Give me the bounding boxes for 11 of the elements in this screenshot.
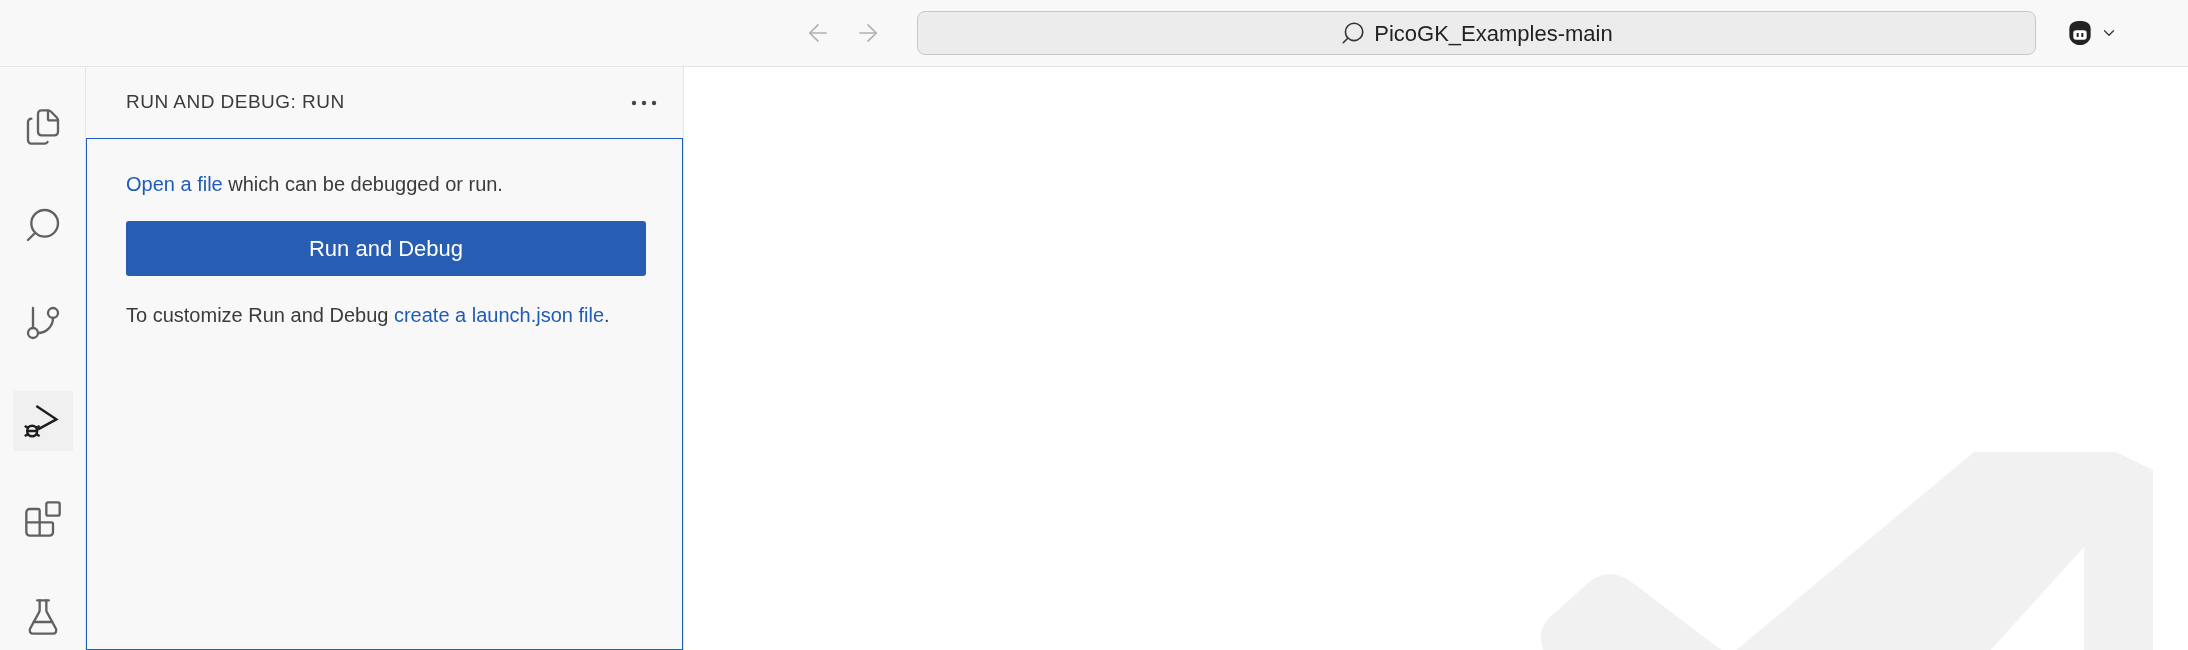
activity-item[interactable] bbox=[12, 391, 73, 451]
sidebar-title: RUN AND DEBUG: RUN bbox=[126, 90, 345, 115]
blocks-icon bbox=[22, 499, 63, 539]
run-and-debug-button[interactable]: Run and Debug bbox=[126, 221, 646, 276]
workspace-name: PicoGK_Examples-main bbox=[1374, 19, 1613, 48]
intro-text: Open a file which can be debugged or run. bbox=[126, 172, 504, 197]
link[interactable]: create a launch.json file bbox=[393, 304, 605, 326]
more-actions-icon[interactable] bbox=[631, 99, 657, 106]
customize-text: To customize Run and Debug create a launch.json file. bbox=[126, 303, 611, 328]
command-center-field[interactable]: PicoGK_Examples-main bbox=[917, 11, 2036, 55]
link[interactable]: Open a file bbox=[126, 173, 223, 195]
